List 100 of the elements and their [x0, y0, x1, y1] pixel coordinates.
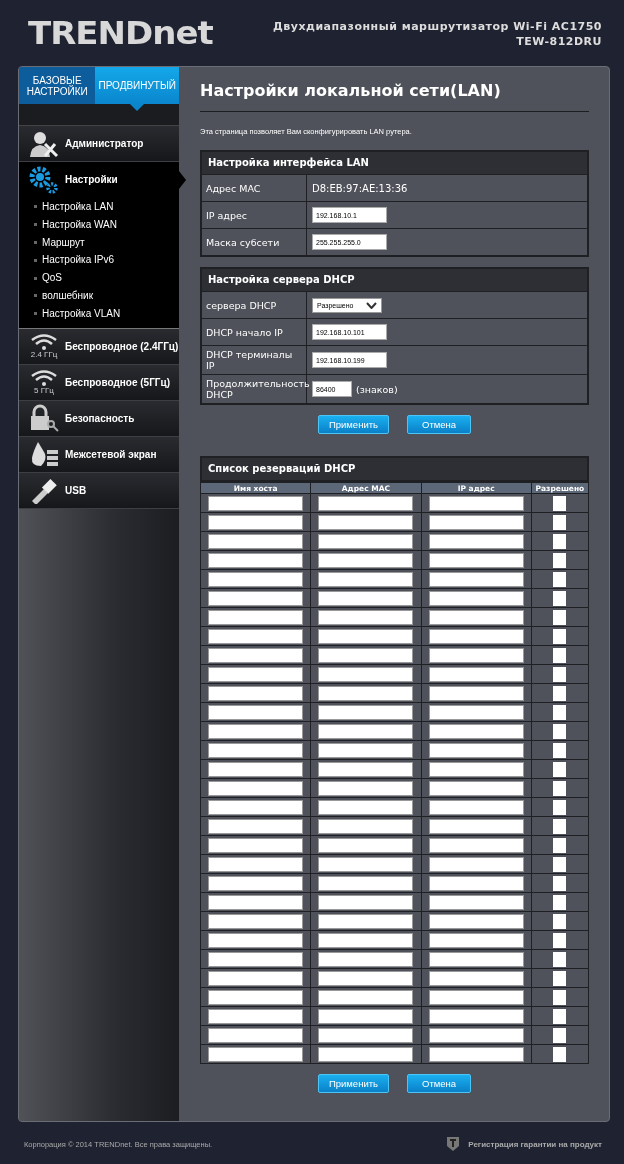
hostname-field[interactable] — [208, 572, 304, 587]
submenu-link[interactable]: Настройка WAN — [19, 215, 179, 234]
checkbox[interactable] — [553, 990, 567, 1006]
mac-field[interactable] — [318, 876, 414, 891]
ip-field[interactable] — [428, 496, 524, 511]
hostname-field[interactable] — [208, 1009, 304, 1024]
mac-field[interactable] — [318, 1009, 414, 1024]
sidebar-item[interactable]: Безопасность — [19, 400, 179, 437]
mac-field[interactable] — [318, 705, 414, 720]
hostname-field[interactable] — [208, 705, 304, 720]
ip-field[interactable] — [428, 819, 524, 834]
submenu-link[interactable]: Маршрут — [19, 233, 179, 252]
mac-field[interactable] — [318, 914, 414, 929]
checkbox[interactable] — [553, 515, 567, 531]
checkbox[interactable] — [553, 933, 567, 949]
hostname-field[interactable] — [208, 857, 304, 872]
mac-field[interactable] — [318, 534, 414, 549]
mac-field[interactable] — [318, 819, 414, 834]
checkbox[interactable] — [553, 800, 567, 816]
ip-field[interactable] — [428, 743, 524, 758]
mac-field[interactable] — [318, 838, 414, 853]
checkbox[interactable] — [553, 667, 567, 683]
ip-field[interactable] — [428, 648, 524, 663]
checkbox[interactable] — [553, 534, 567, 550]
mac-field[interactable] — [318, 857, 414, 872]
hostname-field[interactable] — [208, 629, 304, 644]
ip-field[interactable] — [428, 838, 524, 853]
mac-field[interactable] — [318, 667, 414, 682]
ip-field[interactable] — [428, 629, 524, 644]
checkbox[interactable] — [553, 857, 567, 873]
checkbox[interactable] — [553, 553, 567, 569]
ip-field[interactable] — [428, 1028, 524, 1043]
checkbox[interactable] — [553, 971, 567, 987]
ip-field[interactable] — [428, 933, 524, 948]
hostname-field[interactable] — [208, 553, 304, 568]
ip-field[interactable] — [428, 857, 524, 872]
warranty-link[interactable]: Регистрация гарантии на продукт — [468, 1139, 602, 1149]
hostname-field[interactable] — [208, 591, 304, 606]
hostname-field[interactable] — [208, 648, 304, 663]
mac-field[interactable] — [318, 496, 414, 511]
ip-field[interactable] — [428, 534, 524, 549]
mode-tab[interactable]: БАЗОВЫЕ НАСТРОЙКИ — [19, 67, 96, 104]
mac-field[interactable] — [318, 591, 414, 606]
checkbox[interactable] — [553, 648, 567, 664]
hostname-field[interactable] — [208, 534, 304, 549]
hostname-field[interactable] — [208, 1047, 304, 1062]
submenu-link[interactable]: Настройка IPv6 — [19, 251, 179, 270]
ip-field[interactable] — [428, 781, 524, 796]
hostname-field[interactable] — [208, 990, 304, 1005]
ip-field[interactable] — [428, 572, 524, 587]
sidebar-item[interactable]: Администратор — [19, 126, 179, 162]
sidebar-item[interactable]: 5 ГГц Беспроводное (5ГГц) — [19, 364, 179, 401]
mac-field[interactable] — [318, 1047, 414, 1062]
mac-field[interactable] — [318, 990, 414, 1005]
ip-field[interactable] — [428, 895, 524, 910]
mac-field[interactable] — [318, 952, 414, 967]
checkbox[interactable] — [553, 762, 567, 778]
mac-field[interactable] — [318, 800, 414, 815]
ip-field[interactable] — [428, 914, 524, 929]
mac-field[interactable] — [318, 515, 414, 530]
hostname-field[interactable] — [208, 819, 304, 834]
hostname-field[interactable] — [208, 895, 304, 910]
hostname-field[interactable] — [208, 933, 304, 948]
checkbox[interactable] — [553, 895, 567, 911]
checkbox[interactable] — [553, 1009, 567, 1025]
hostname-field[interactable] — [208, 914, 304, 929]
checkbox[interactable] — [553, 876, 567, 892]
checkbox[interactable] — [553, 781, 567, 797]
checkbox[interactable] — [553, 1028, 567, 1044]
hostname-field[interactable] — [208, 800, 304, 815]
submenu-link[interactable]: Настройка VLAN — [19, 304, 179, 323]
ip-field[interactable] — [428, 1009, 524, 1024]
hostname-field[interactable] — [208, 686, 304, 701]
mac-field[interactable] — [318, 933, 414, 948]
hostname-field[interactable] — [208, 667, 304, 682]
hostname-field[interactable] — [208, 971, 304, 986]
hostname-field[interactable] — [208, 496, 304, 511]
hostname-field[interactable] — [208, 724, 304, 739]
ip-field[interactable] — [428, 515, 524, 530]
checkbox[interactable] — [553, 686, 567, 702]
hostname-field[interactable] — [208, 610, 304, 625]
checkbox[interactable] — [553, 724, 567, 740]
checkbox[interactable] — [553, 743, 567, 759]
mac-field[interactable] — [318, 895, 414, 910]
mac-field[interactable] — [318, 762, 414, 777]
ip-field[interactable] — [428, 876, 524, 891]
ip-field[interactable] — [428, 971, 524, 986]
checkbox[interactable] — [553, 819, 567, 835]
mac-field[interactable] — [318, 781, 414, 796]
ip-field[interactable] — [428, 610, 524, 625]
ip-field[interactable] — [428, 553, 524, 568]
mac-field[interactable] — [318, 553, 414, 568]
mac-field[interactable] — [318, 724, 414, 739]
hostname-field[interactable] — [208, 876, 304, 891]
mac-field[interactable] — [318, 629, 414, 644]
checkbox[interactable] — [553, 610, 567, 626]
checkbox[interactable] — [553, 1047, 567, 1063]
sidebar-item[interactable]: Настройки — [19, 162, 179, 197]
mac-field[interactable] — [318, 648, 414, 663]
submenu-link[interactable]: QoS — [19, 269, 179, 287]
